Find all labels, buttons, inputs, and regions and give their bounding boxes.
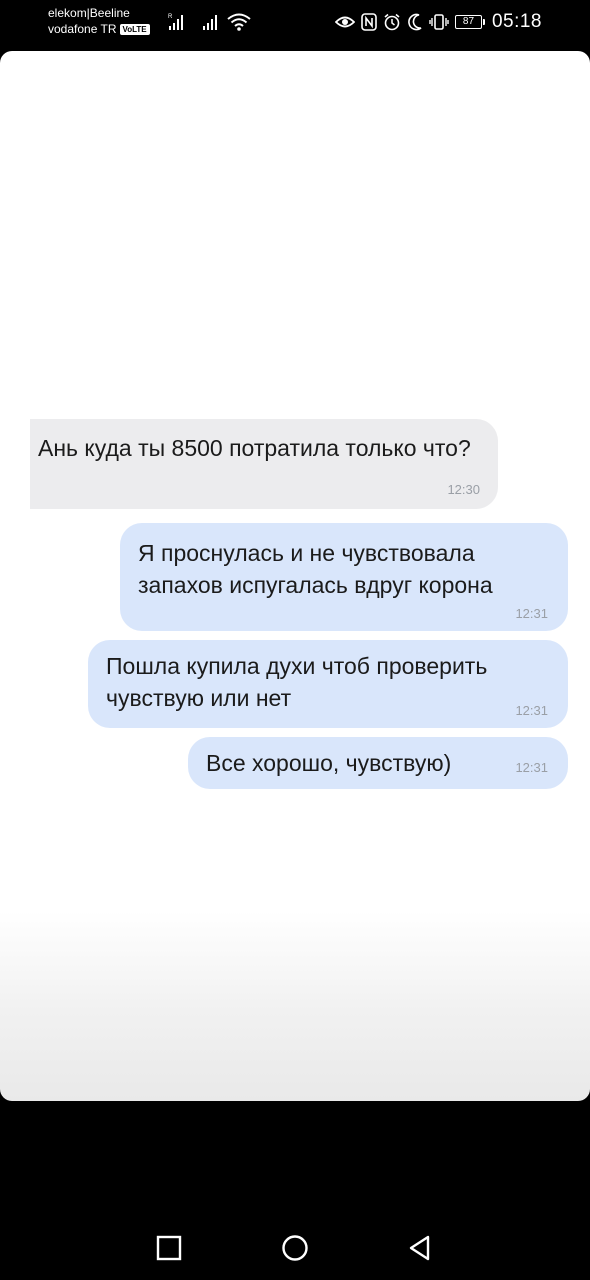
wifi-icon bbox=[227, 13, 251, 31]
message-text: Пошла купила духи чтоб проверить чувству… bbox=[106, 653, 488, 711]
message-bubble-outgoing: Все хорошо, чувствую) 12:31 bbox=[188, 737, 568, 789]
message-bubble-incoming: Ань куда ты 8500 потратила только что? 1… bbox=[30, 419, 498, 509]
message-bubble-outgoing: Я проснулась и не чувствовала запахов ис… bbox=[120, 523, 568, 631]
message-time: 12:31 bbox=[515, 606, 548, 621]
message-time: 12:31 bbox=[515, 703, 548, 718]
back-icon[interactable] bbox=[406, 1234, 434, 1262]
home-icon[interactable] bbox=[281, 1234, 309, 1262]
signal-icon: R bbox=[168, 14, 183, 30]
status-clock: 05:18 bbox=[491, 11, 542, 32]
svg-text:R: R bbox=[168, 14, 173, 20]
system-indicators: 87 05:18 bbox=[334, 10, 542, 34]
message-text: Ань куда ты 8500 потратила только что? bbox=[38, 435, 471, 461]
vibrate-icon bbox=[429, 14, 449, 30]
navigation-bar bbox=[0, 1200, 590, 1280]
carrier-name-2-row: vodafone TR VoLTE bbox=[48, 21, 150, 37]
recent-apps-icon[interactable] bbox=[155, 1234, 183, 1262]
message-time: 12:31 bbox=[515, 760, 548, 775]
message-text: Все хорошо, чувствую) bbox=[206, 750, 452, 776]
moon-icon bbox=[408, 13, 422, 31]
carrier-info: elekom|Beeline vodafone TR VoLTE bbox=[48, 5, 150, 37]
carrier-name-2: vodafone TR bbox=[48, 22, 117, 36]
message-time: 12:30 bbox=[447, 482, 480, 497]
volte-badge: VoLTE bbox=[119, 24, 150, 35]
eye-icon bbox=[334, 16, 355, 28]
battery-icon: 87 bbox=[454, 15, 485, 29]
message-bubble-outgoing: Пошла купила духи чтоб проверить чувству… bbox=[88, 640, 568, 728]
nfc-icon bbox=[361, 13, 377, 31]
chat-screenshot-card: Ань куда ты 8500 потратила только что? 1… bbox=[0, 51, 590, 1101]
alarm-icon bbox=[384, 13, 400, 31]
signal-icon-2 bbox=[203, 15, 217, 30]
carrier-name-1: elekom|Beeline bbox=[48, 6, 130, 20]
status-bar: elekom|Beeline vodafone TR VoLTE R 87 05… bbox=[0, 0, 590, 46]
message-text: Я проснулась и не чувствовала запахов ис… bbox=[138, 540, 493, 598]
